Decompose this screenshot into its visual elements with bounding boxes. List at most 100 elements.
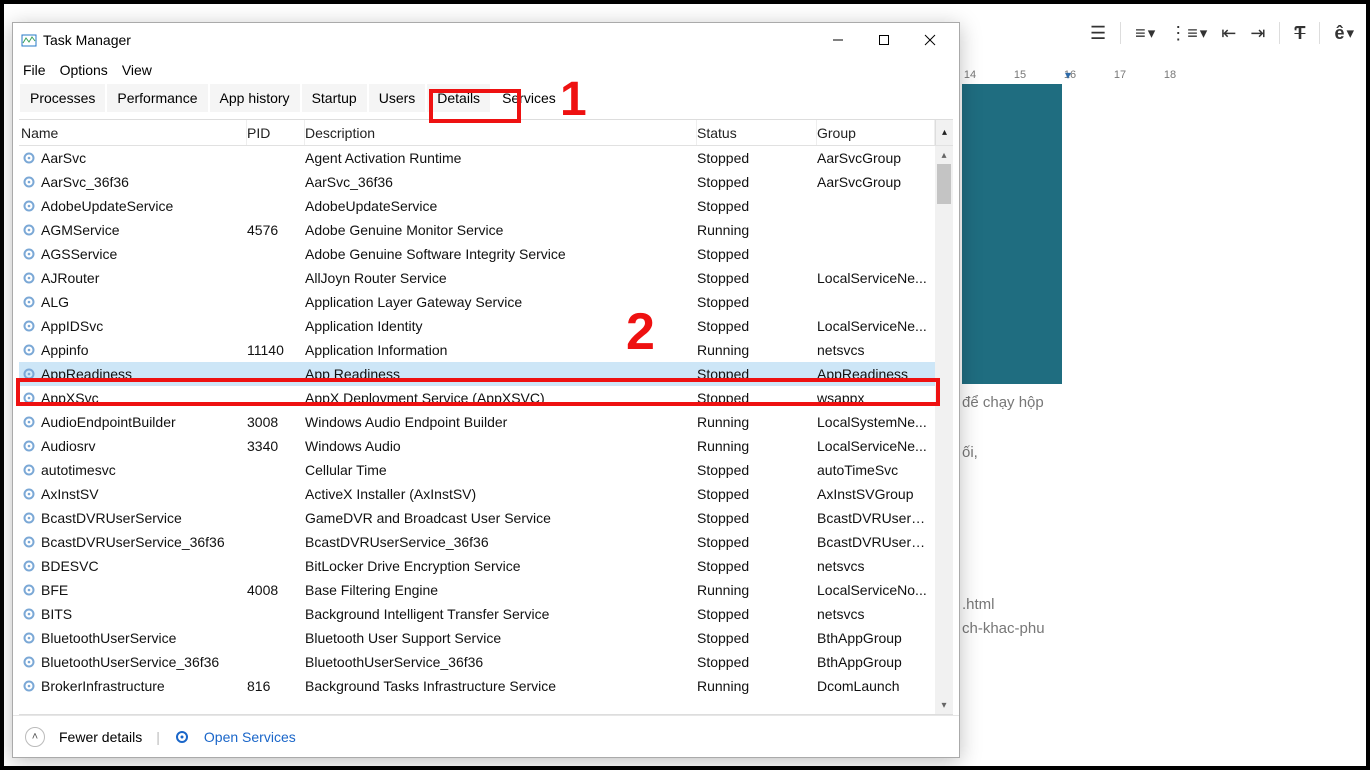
service-icon [21, 222, 37, 238]
service-group: LocalServiceNe... [817, 270, 935, 286]
service-row[interactable]: BDESVCBitLocker Drive Encryption Service… [19, 554, 935, 578]
service-icon [21, 150, 37, 166]
service-row[interactable]: AGSServiceAdobe Genuine Software Integri… [19, 242, 935, 266]
service-name: BluetoothUserService [41, 630, 176, 646]
service-row[interactable]: AarSvc_36f36AarSvc_36f36StoppedAarSvcGro… [19, 170, 935, 194]
service-status: Stopped [697, 654, 817, 670]
service-row[interactable]: Audiosrv3340Windows AudioRunningLocalSer… [19, 434, 935, 458]
service-description: Background Tasks Infrastructure Service [305, 678, 697, 694]
service-row[interactable]: AxInstSVActiveX Installer (AxInstSV)Stop… [19, 482, 935, 506]
numbered-list-icon[interactable]: ≡ ▾ [1135, 23, 1155, 44]
service-row[interactable]: AppIDSvcApplication IdentityStoppedLocal… [19, 314, 935, 338]
service-row[interactable]: BITSBackground Intelligent Transfer Serv… [19, 602, 935, 626]
doc-text: .html [962, 596, 995, 613]
screenshot-root: ☰ ≡ ▾ ⋮≡ ▾ ⇤ ⇥ Ƭ ê ▾ 14 15 16 17 18 ▾ để… [0, 0, 1370, 770]
service-pid: 11140 [247, 342, 305, 358]
header-pid[interactable]: PID [247, 120, 305, 145]
header-description[interactable]: Description [305, 120, 697, 145]
service-row[interactable]: AudioEndpointBuilder3008Windows Audio En… [19, 410, 935, 434]
service-row[interactable]: AppXSvcAppX Deployment Service (AppXSVC)… [19, 386, 935, 410]
service-row[interactable]: Appinfo11140Application InformationRunni… [19, 338, 935, 362]
service-description: ActiveX Installer (AxInstSV) [305, 486, 697, 502]
service-status: Running [697, 222, 817, 238]
service-description: Application Layer Gateway Service [305, 294, 697, 310]
header-group[interactable]: Group [817, 120, 935, 145]
doc-toolbar: ☰ ≡ ▾ ⋮≡ ▾ ⇤ ⇥ Ƭ ê ▾ [1090, 22, 1354, 44]
line-spacing-icon[interactable]: ☰ [1090, 23, 1106, 44]
service-name: AarSvc_36f36 [41, 174, 129, 190]
tab-app-history[interactable]: App history [209, 83, 301, 113]
menu-file[interactable]: File [23, 62, 46, 78]
menu-view[interactable]: View [122, 62, 152, 78]
header-scroll-up-icon[interactable]: ▴ [935, 120, 953, 145]
service-row[interactable]: AGMService4576Adobe Genuine Monitor Serv… [19, 218, 935, 242]
tab-performance[interactable]: Performance [106, 83, 208, 113]
service-status: Stopped [697, 318, 817, 334]
fewer-details-button[interactable]: Fewer details [59, 729, 142, 745]
service-name: BrokerInfrastructure [41, 678, 165, 694]
tab-processes[interactable]: Processes [19, 83, 106, 113]
header-name[interactable]: Name [19, 120, 247, 145]
service-group: LocalServiceNe... [817, 318, 935, 334]
services-list: Name PID Description Status Group ▴ AarS… [19, 119, 953, 715]
service-description: GameDVR and Broadcast User Service [305, 510, 697, 526]
service-name: Audiosrv [41, 438, 95, 454]
tab-bar: Processes Performance App history Startu… [13, 83, 959, 113]
service-icon [21, 486, 37, 502]
service-pid: 3340 [247, 438, 305, 454]
minimize-button[interactable] [815, 25, 861, 55]
bulleted-list-icon[interactable]: ⋮≡ ▾ [1169, 23, 1207, 44]
tab-users[interactable]: Users [368, 83, 427, 113]
column-headers: Name PID Description Status Group ▴ [19, 120, 953, 146]
service-row[interactable]: AppReadinessApp ReadinessStoppedAppReadi… [19, 362, 935, 386]
collapse-icon[interactable]: ˄ [25, 727, 45, 747]
maximize-button[interactable] [861, 25, 907, 55]
header-status[interactable]: Status [697, 120, 817, 145]
tab-services[interactable]: Services [491, 83, 567, 113]
services-icon [174, 729, 190, 745]
open-services-link[interactable]: Open Services [204, 729, 296, 745]
clear-format-icon[interactable]: Ƭ [1294, 23, 1305, 44]
close-button[interactable] [907, 25, 953, 55]
service-group: AarSvcGroup [817, 174, 935, 190]
service-row[interactable]: autotimesvcCellular TimeStoppedautoTimeS… [19, 458, 935, 482]
tab-details[interactable]: Details [426, 83, 491, 113]
doc-text: ch-khac-phu [962, 620, 1045, 637]
service-name: Appinfo [41, 342, 88, 358]
titlebar[interactable]: Task Manager [13, 23, 959, 57]
service-name: ALG [41, 294, 69, 310]
tab-startup[interactable]: Startup [301, 83, 368, 113]
service-status: Stopped [697, 462, 817, 478]
service-name: AdobeUpdateService [41, 198, 173, 214]
service-row[interactable]: BFE4008Base Filtering EngineRunningLocal… [19, 578, 935, 602]
service-icon [21, 558, 37, 574]
accent-mark-icon[interactable]: ê ▾ [1334, 23, 1354, 44]
service-description: Cellular Time [305, 462, 697, 478]
service-status: Running [697, 678, 817, 694]
service-name: BFE [41, 582, 68, 598]
decrease-indent-icon[interactable]: ⇤ [1221, 23, 1236, 44]
service-status: Stopped [697, 606, 817, 622]
service-row[interactable]: AJRouterAllJoyn Router ServiceStoppedLoc… [19, 266, 935, 290]
service-group: LocalServiceNo... [817, 582, 935, 598]
menubar: File Options View [13, 57, 959, 83]
service-icon [21, 630, 37, 646]
service-row[interactable]: BcastDVRUserServiceGameDVR and Broadcast… [19, 506, 935, 530]
service-row[interactable]: AdobeUpdateServiceAdobeUpdateServiceStop… [19, 194, 935, 218]
service-description: AppX Deployment Service (AppXSVC) [305, 390, 697, 406]
service-status: Stopped [697, 366, 817, 382]
menu-options[interactable]: Options [60, 62, 108, 78]
service-icon [21, 582, 37, 598]
service-row[interactable]: AarSvcAgent Activation RuntimeStoppedAar… [19, 146, 935, 170]
service-group: autoTimeSvc [817, 462, 935, 478]
increase-indent-icon[interactable]: ⇥ [1250, 23, 1265, 44]
service-icon [21, 414, 37, 430]
service-group: AxInstSVGroup [817, 486, 935, 502]
service-row[interactable]: BrokerInfrastructure816Background Tasks … [19, 674, 935, 698]
service-row[interactable]: BluetoothUserService_36f36BluetoothUserS… [19, 650, 935, 674]
service-row[interactable]: BcastDVRUserService_36f36BcastDVRUserSer… [19, 530, 935, 554]
vertical-scrollbar[interactable]: ▴ ▾ [935, 146, 953, 714]
service-description: AarSvc_36f36 [305, 174, 697, 190]
service-row[interactable]: ALGApplication Layer Gateway ServiceStop… [19, 290, 935, 314]
service-row[interactable]: BluetoothUserServiceBluetooth User Suppo… [19, 626, 935, 650]
